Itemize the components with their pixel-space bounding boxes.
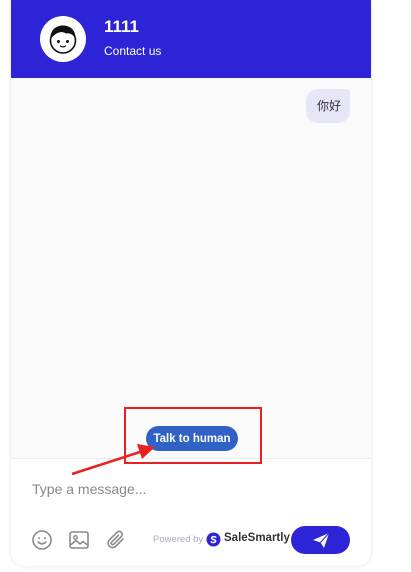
avatar <box>40 16 86 62</box>
paper-plane-icon <box>313 532 330 548</box>
powered-by-label: Powered by <box>153 534 204 545</box>
brand-name[interactable]: SaleSmartly <box>224 532 290 544</box>
user-message-bubble: 你好 <box>305 89 350 123</box>
send-button[interactable] <box>291 526 350 554</box>
message-list: 你好 Talk to human <box>11 78 371 458</box>
emoji-icon[interactable] <box>30 528 54 552</box>
message-input[interactable] <box>30 477 334 501</box>
highlight-box <box>124 407 262 464</box>
chat-widget: 1111 Contact us 你好 Talk to human Type a … <box>11 0 371 566</box>
header-subtitle: Contact us <box>104 44 162 58</box>
message-composer: Powered by SaleSmartly <box>11 458 371 566</box>
image-icon[interactable] <box>67 528 91 552</box>
paperclip-icon[interactable] <box>104 528 128 552</box>
page: 1111 Contact us 你好 Talk to human Type a … <box>0 0 411 572</box>
agent-name: 1111 <box>104 17 140 36</box>
salesmartly-logo-icon <box>206 532 221 547</box>
chat-header: 1111 Contact us <box>11 0 371 78</box>
cartoon-face-icon <box>49 25 77 54</box>
